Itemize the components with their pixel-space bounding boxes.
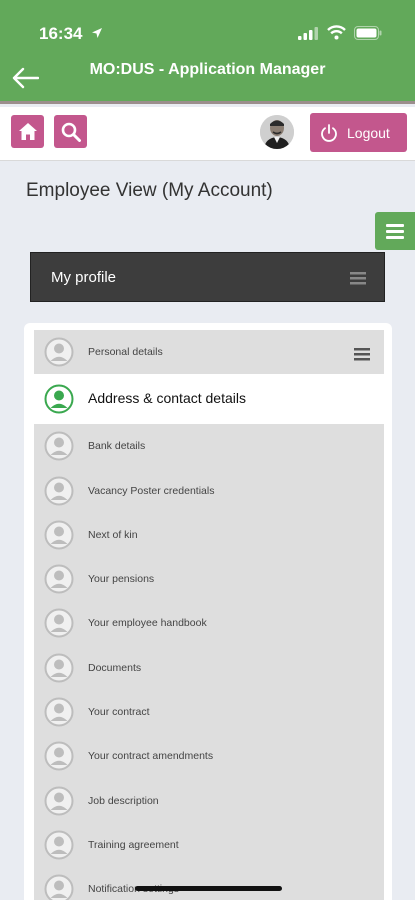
side-menu-toggle[interactable]: [375, 212, 415, 250]
section-your-employee-handbook[interactable]: Your employee handbook: [34, 601, 384, 646]
section-label: Bank details: [88, 440, 146, 453]
user-circle-icon: [44, 697, 74, 727]
home-button[interactable]: [11, 115, 44, 148]
profile-menu-icon: [350, 272, 366, 285]
section-label: Your contract: [88, 706, 150, 719]
battery-icon: [354, 26, 382, 40]
section-label: Vacancy Poster credentials: [88, 484, 215, 497]
section-label: Your employee handbook: [88, 617, 207, 630]
home-icon: [18, 123, 37, 140]
section-vacancy-poster-credentials[interactable]: Vacancy Poster credentials: [34, 468, 384, 513]
page-title: Employee View (My Account): [26, 180, 273, 201]
user-photo-icon: [260, 115, 294, 149]
user-circle-icon: [44, 476, 74, 506]
location-arrow-icon: [92, 28, 102, 38]
hamburger-icon: [386, 223, 404, 239]
section-label: Job description: [88, 794, 159, 807]
section-label: Address & contact details: [88, 390, 246, 407]
status-time: 16:34: [39, 24, 83, 43]
my-profile-header[interactable]: My profile: [30, 252, 385, 302]
section-label: Documents: [88, 661, 142, 674]
section-label: Your pensions: [88, 573, 155, 586]
user-circle-icon: [44, 608, 74, 638]
user-circle-icon: [44, 786, 74, 816]
power-icon: [321, 123, 337, 142]
app-header: MO:DUS - Application Manager: [0, 50, 415, 104]
logout-button[interactable]: Logout: [310, 113, 407, 152]
my-profile-title: My profile: [51, 269, 117, 286]
user-circle-icon: [44, 337, 74, 367]
cellular-signal-icon: [298, 27, 318, 40]
section-next-of-kin[interactable]: Next of kin: [34, 512, 384, 558]
toolbar: Logout: [0, 107, 415, 161]
search-icon: [61, 122, 81, 142]
wifi-icon: [327, 25, 346, 40]
section-personal-details[interactable]: Personal details: [34, 330, 384, 375]
section-your-contract-amendments[interactable]: Your contract amendments: [34, 734, 384, 779]
section-job-description[interactable]: Job description: [34, 778, 384, 823]
user-circle-icon: [44, 564, 74, 594]
section-menu-icon[interactable]: [354, 348, 370, 361]
user-circle-icon: [44, 653, 74, 683]
user-circle-icon: [44, 874, 74, 900]
user-circle-icon: [44, 741, 74, 771]
user-circle-icon: [44, 431, 74, 461]
section-notification-settings[interactable]: Notification settings: [34, 867, 384, 900]
user-circle-icon: [44, 830, 74, 860]
section-documents[interactable]: Documents: [34, 645, 384, 691]
section-address-contact-details[interactable]: Address & contact details: [34, 374, 384, 425]
user-avatar[interactable]: [260, 115, 294, 149]
section-bank-details[interactable]: Bank details: [34, 424, 384, 469]
section-your-contract[interactable]: Your contract: [34, 690, 384, 735]
section-label: Personal details: [88, 346, 163, 358]
section-label: Your contract amendments: [88, 750, 214, 763]
status-bar: 16:34: [0, 0, 415, 50]
user-circle-icon: [44, 520, 74, 550]
section-label: Next of kin: [88, 528, 138, 541]
section-training-agreement[interactable]: Training agreement: [34, 822, 384, 868]
logout-label: Logout: [347, 124, 390, 141]
user-circle-icon: [44, 384, 74, 414]
home-indicator: [135, 886, 282, 891]
section-label: Training agreement: [88, 838, 179, 851]
app-title: MO:DUS - Application Manager: [89, 61, 326, 78]
profile-sections-list: Personal details Address & contact detai…: [34, 330, 384, 900]
section-your-pensions[interactable]: Your pensions: [34, 557, 384, 602]
search-button[interactable]: [54, 115, 87, 148]
